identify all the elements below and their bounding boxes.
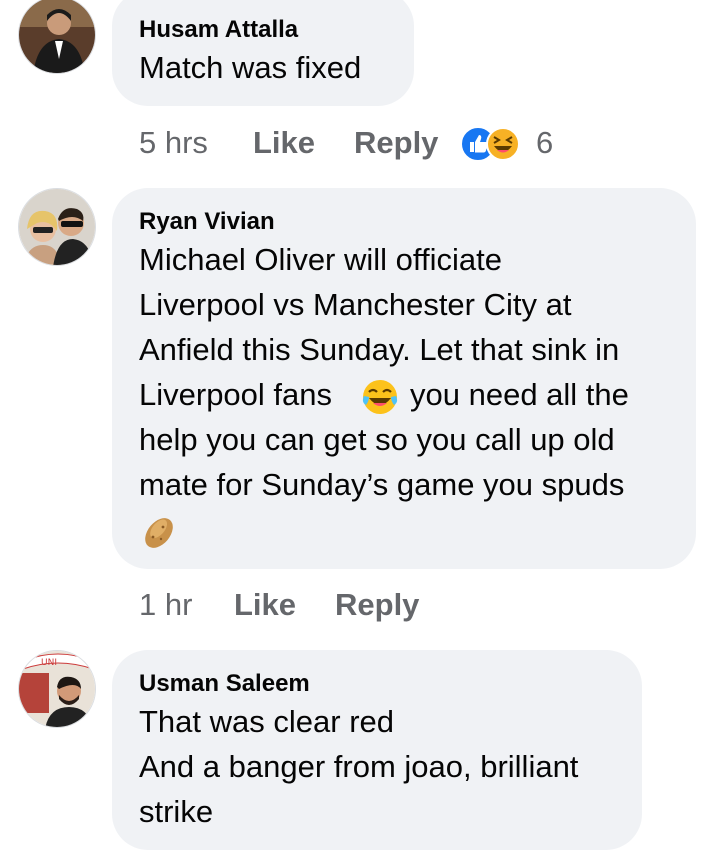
comment-text: Match was fixed — [139, 50, 362, 85]
comment-timestamp[interactable]: 1 hr — [139, 587, 192, 623]
comment-bubble: Usman Saleem That was clear red And a ba… — [112, 650, 642, 850]
like-button[interactable]: Like — [253, 125, 315, 161]
comment-text-line: mate for Sunday’s game you spuds — [139, 467, 625, 502]
potato-emoji — [145, 518, 173, 548]
reply-button[interactable]: Reply — [354, 125, 438, 161]
comment-text-line: That was clear red — [139, 704, 394, 739]
avatar-ryan-vivian[interactable] — [18, 188, 96, 266]
reply-button[interactable]: Reply — [335, 587, 419, 623]
tears-of-joy-emoji — [362, 380, 398, 414]
avatar-husam-attalla[interactable] — [18, 0, 96, 74]
comment-text-line: help you can get so you call up old — [139, 422, 615, 457]
reaction-count: 6 — [536, 125, 554, 160]
like-button[interactable]: Like — [234, 587, 296, 623]
comment-text-line: Liverpool vs Manchester City at — [139, 287, 572, 322]
comment-text-line: And a banger from joao, brilliant — [139, 749, 579, 784]
avatar-sign-text: UNI — [41, 658, 57, 668]
haha-reaction-icon — [486, 127, 520, 161]
comment-author[interactable]: Husam Attalla — [139, 16, 298, 44]
profile-photo — [19, 0, 95, 73]
comment-text-line: strike — [139, 794, 214, 829]
avatar-usman-saleem[interactable]: UNI — [18, 650, 96, 728]
comment-text-line: Michael Oliver will officiate — [139, 242, 502, 277]
profile-photo: UNI — [19, 651, 95, 727]
comment-bubble: Ryan Vivian Michael Oliver will officiat… — [112, 188, 696, 569]
comment-text-line: Anfield this Sunday. Let that sink in — [139, 332, 620, 367]
reactions-summary[interactable]: 6 — [460, 125, 560, 162]
comment-author[interactable]: Usman Saleem — [139, 670, 310, 698]
comment-bubble: Husam Attalla Match was fixed — [112, 0, 414, 106]
comment-text-line: you need all the — [410, 377, 629, 412]
profile-photo — [19, 189, 95, 265]
comment-author[interactable]: Ryan Vivian — [139, 208, 275, 236]
comment-text-line: Liverpool fans — [139, 377, 333, 412]
comment-timestamp[interactable]: 5 hrs — [139, 125, 208, 161]
